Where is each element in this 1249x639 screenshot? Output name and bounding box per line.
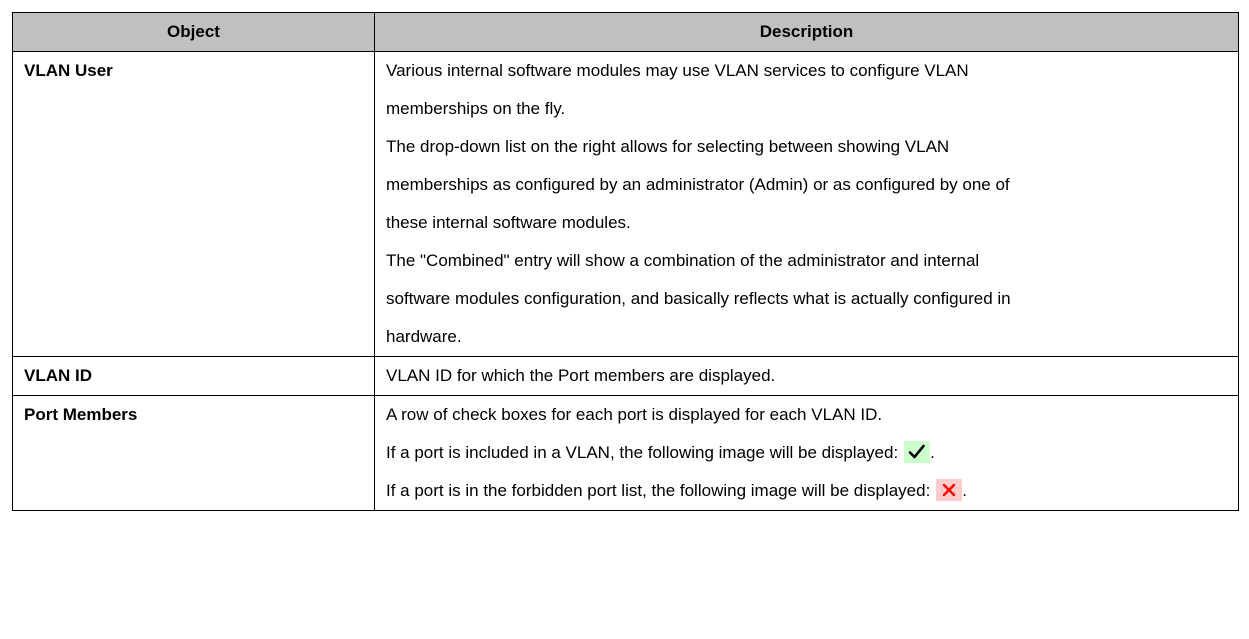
description-cell: Various internal software modules may us… [374,51,1239,357]
description-text: If a port is in the forbidden port list,… [386,481,931,500]
description-cell: A row of check boxes for each port is di… [374,395,1239,511]
check-mark-icon [904,440,931,463]
header-object: Object [12,12,375,52]
object-description-table: Object Description VLAN User Various int… [12,12,1239,511]
description-line: these internal software modules. [386,213,631,232]
table-header-row: Object Description [12,12,1239,52]
object-cell: VLAN ID [12,356,375,396]
object-cell: Port Members [12,395,375,511]
object-cell: VLAN User [12,51,375,357]
description-line: The drop-down list on the right allows f… [386,137,950,156]
table-row: VLAN User Various internal software modu… [12,51,1239,357]
header-description: Description [374,12,1239,52]
description-line: software modules configuration, and basi… [386,289,1011,308]
description-line: memberships on the fly. [386,99,566,118]
description-line: A row of check boxes for each port is di… [386,405,883,424]
description-line: VLAN ID for which the Port members are d… [386,366,776,385]
description-line: hardware. [386,327,462,346]
description-line: memberships as configured by an administ… [386,175,1010,194]
description-text: If a port is included in a VLAN, the fol… [386,443,899,462]
description-line: Various internal software modules may us… [386,61,969,80]
description-line: If a port is in the forbidden port list,… [386,472,1227,510]
table-row: VLAN ID VLAN ID for which the Port membe… [12,356,1239,396]
cross-mark-icon [936,478,963,501]
table-row: Port Members A row of check boxes for ea… [12,395,1239,511]
line-end-period: . [930,443,935,462]
description-line: If a port is included in a VLAN, the fol… [386,434,1227,472]
description-line: The "Combined" entry will show a combina… [386,251,980,270]
description-cell: VLAN ID for which the Port members are d… [374,356,1239,396]
line-end-period: . [962,481,968,500]
